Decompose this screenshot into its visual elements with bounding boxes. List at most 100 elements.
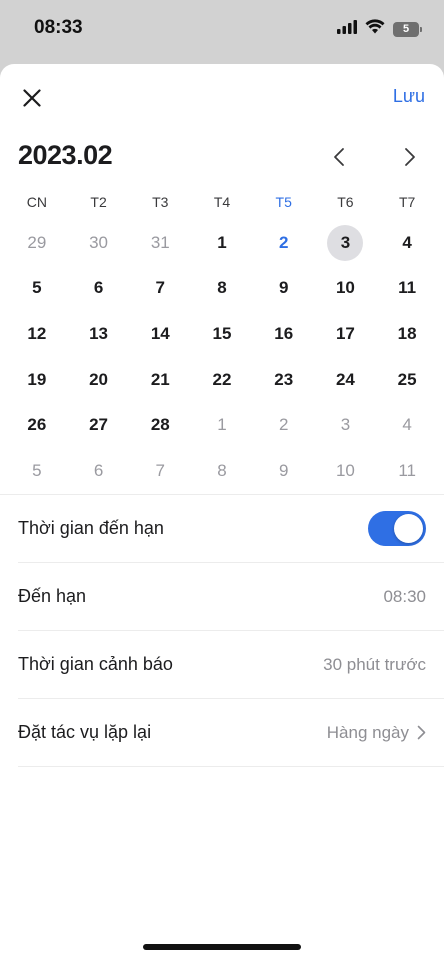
calendar-day[interactable]: 8 — [191, 266, 253, 312]
calendar-day-number: 27 — [89, 415, 109, 435]
calendar-day[interactable]: 8 — [191, 448, 253, 494]
calendar-day[interactable]: 5 — [6, 448, 68, 494]
calendar-day[interactable]: 23 — [253, 357, 315, 403]
due-row[interactable]: Đến hạn 08:30 — [18, 563, 444, 631]
calendar-day[interactable]: 29 — [6, 220, 68, 266]
wifi-icon — [365, 19, 385, 39]
reminder-value: 30 phút trước — [323, 654, 426, 674]
weekday-header: CN T2 T3 T4 T5 T6 T7 — [6, 194, 438, 210]
calendar-day[interactable]: 3 — [315, 402, 377, 448]
calendar-day[interactable]: 26 — [6, 402, 68, 448]
calendar-day[interactable]: 15 — [191, 311, 253, 357]
calendar-day-number: 18 — [397, 323, 417, 343]
calendar-day-number: 11 — [398, 460, 416, 480]
calendar-day-number: 11 — [398, 278, 417, 298]
calendar-day[interactable]: 31 — [129, 220, 191, 266]
calendar-day-number: 19 — [27, 369, 47, 389]
calendar-day[interactable]: 2 — [253, 402, 315, 448]
calendar-day[interactable]: 17 — [315, 311, 377, 357]
calendar-day-number: 10 — [335, 460, 355, 480]
cellular-signal-icon — [337, 19, 357, 39]
calendar-day-selected[interactable]: 3 — [315, 220, 377, 266]
weekday-label: T3 — [152, 194, 169, 210]
weekday-label: T2 — [90, 194, 107, 210]
calendar-day-number: 26 — [27, 415, 47, 435]
next-month-button[interactable] — [397, 144, 423, 170]
calendar-day-number: 1 — [217, 232, 227, 252]
calendar-day-number: 10 — [335, 278, 355, 298]
calendar-day-number: 2 — [278, 232, 289, 252]
calendar-day[interactable]: 4 — [376, 402, 438, 448]
calendar-day-number: 30 — [89, 232, 109, 252]
calendar-day[interactable]: 9 — [253, 448, 315, 494]
calendar-day-number: 24 — [335, 369, 355, 389]
calendar-day-number: 2 — [278, 415, 289, 435]
calendar-day[interactable]: 18 — [376, 311, 438, 357]
repeat-row[interactable]: Đặt tác vụ lặp lại Hàng ngày — [18, 699, 444, 767]
calendar-day[interactable]: 24 — [315, 357, 377, 403]
repeat-value-wrap: Hàng ngày — [327, 723, 426, 743]
calendar-day[interactable]: 4 — [376, 220, 438, 266]
calendar-day[interactable]: 21 — [129, 357, 191, 403]
calendar-day[interactable]: 25 — [376, 357, 438, 403]
due-label: Đến hạn — [18, 586, 87, 606]
calendar-day-number: 4 — [402, 415, 412, 435]
calendar-day-number: 5 — [32, 460, 42, 480]
calendar-day[interactable]: 7 — [129, 448, 191, 494]
calendar-day[interactable]: 6 — [68, 266, 130, 312]
calendar-day-number: 3 — [340, 415, 351, 435]
calendar-day[interactable]: 5 — [6, 266, 68, 312]
close-button[interactable] — [18, 84, 46, 112]
status-time: 08:33 — [34, 17, 83, 38]
chevron-left-icon — [334, 148, 344, 166]
settings-list: Thời gian đến hạn Đến hạn 08:30 Thời gia… — [18, 495, 444, 767]
calendar-day[interactable]: 1 — [191, 402, 253, 448]
calendar-day[interactable]: 6 — [68, 448, 130, 494]
calendar-day-number: 3 — [327, 224, 364, 261]
calendar-day-number: 14 — [150, 323, 170, 343]
calendar-day[interactable]: 20 — [68, 357, 130, 403]
repeat-value: Hàng ngày — [326, 722, 409, 742]
calendar-day[interactable]: 1 — [191, 220, 253, 266]
calendar-day[interactable]: 12 — [6, 311, 68, 357]
calendar-day-number: 28 — [150, 415, 170, 435]
calendar-day-number: 29 — [27, 232, 47, 252]
battery-level: 5 — [393, 21, 419, 37]
calendar-day[interactable]: 13 — [68, 311, 130, 357]
home-indicator — [143, 944, 301, 950]
due-time-toggle[interactable] — [368, 511, 426, 546]
calendar-day[interactable]: 11 — [376, 448, 438, 494]
calendar-day-number: 20 — [89, 369, 109, 389]
previous-month-button[interactable] — [326, 144, 352, 170]
calendar-day-number: 21 — [150, 369, 170, 389]
calendar-day[interactable]: 19 — [6, 357, 68, 403]
calendar-day-number: 13 — [89, 323, 109, 343]
status-icons: 5 — [337, 19, 422, 39]
status-bar: 08:33 5 — [0, 0, 444, 62]
calendar-day[interactable]: 11 — [376, 266, 438, 312]
calendar-day[interactable]: 10 — [315, 266, 377, 312]
reminder-row[interactable]: Thời gian cảnh báo 30 phút trước — [18, 631, 444, 699]
calendar-day-number: 22 — [212, 369, 232, 389]
calendar-day[interactable]: 28 — [129, 402, 191, 448]
calendar-day[interactable]: 14 — [129, 311, 191, 357]
calendar-day[interactable]: 10 — [315, 448, 377, 494]
chevron-right-icon — [405, 148, 415, 166]
calendar-day[interactable]: 9 — [253, 266, 315, 312]
month-title: 2023.02 — [18, 140, 113, 170]
calendar-day[interactable]: 16 — [253, 311, 315, 357]
repeat-label: Đặt tác vụ lặp lại — [18, 722, 152, 742]
calendar-day-today[interactable]: 2 — [253, 220, 315, 266]
calendar-day[interactable]: 22 — [191, 357, 253, 403]
weekday-label: T4 — [213, 194, 231, 210]
save-button[interactable]: Lưu — [393, 86, 425, 107]
calendar-day-number: 31 — [150, 232, 170, 252]
calendar-day-number: 4 — [402, 232, 412, 252]
weekday-label: T6 — [337, 194, 354, 210]
battery-icon: 5 — [393, 21, 422, 37]
weekday-label: CN — [26, 194, 47, 210]
calendar-day[interactable]: 30 — [68, 220, 130, 266]
calendar-day[interactable]: 27 — [68, 402, 130, 448]
toggle-knob — [394, 514, 423, 543]
calendar-day[interactable]: 7 — [129, 266, 191, 312]
